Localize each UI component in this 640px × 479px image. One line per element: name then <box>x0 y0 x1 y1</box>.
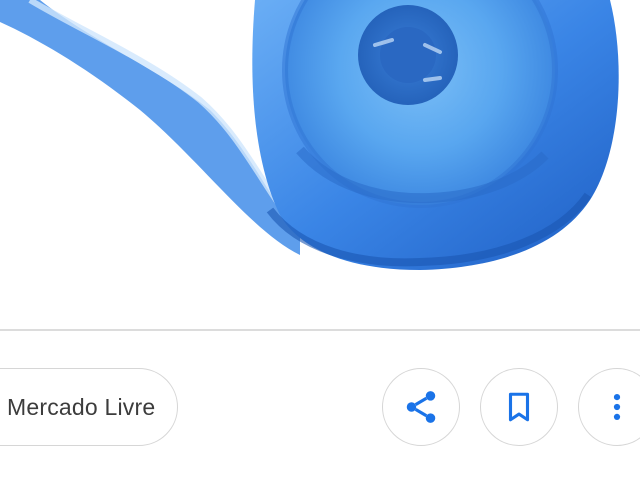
source-label: Mercado Livre <box>7 393 156 420</box>
share-button[interactable] <box>382 368 460 446</box>
divider <box>0 329 640 331</box>
save-button[interactable] <box>480 368 558 446</box>
product-image[interactable] <box>0 0 640 330</box>
more-options-button[interactable] <box>578 368 640 446</box>
correction-tape-image <box>0 0 619 270</box>
image-viewer: Mercado Livre <box>0 0 640 479</box>
bookmark-icon <box>508 392 530 422</box>
more-vertical-icon <box>613 393 621 421</box>
source-chip[interactable]: Mercado Livre <box>0 368 179 446</box>
share-icon <box>406 391 436 423</box>
